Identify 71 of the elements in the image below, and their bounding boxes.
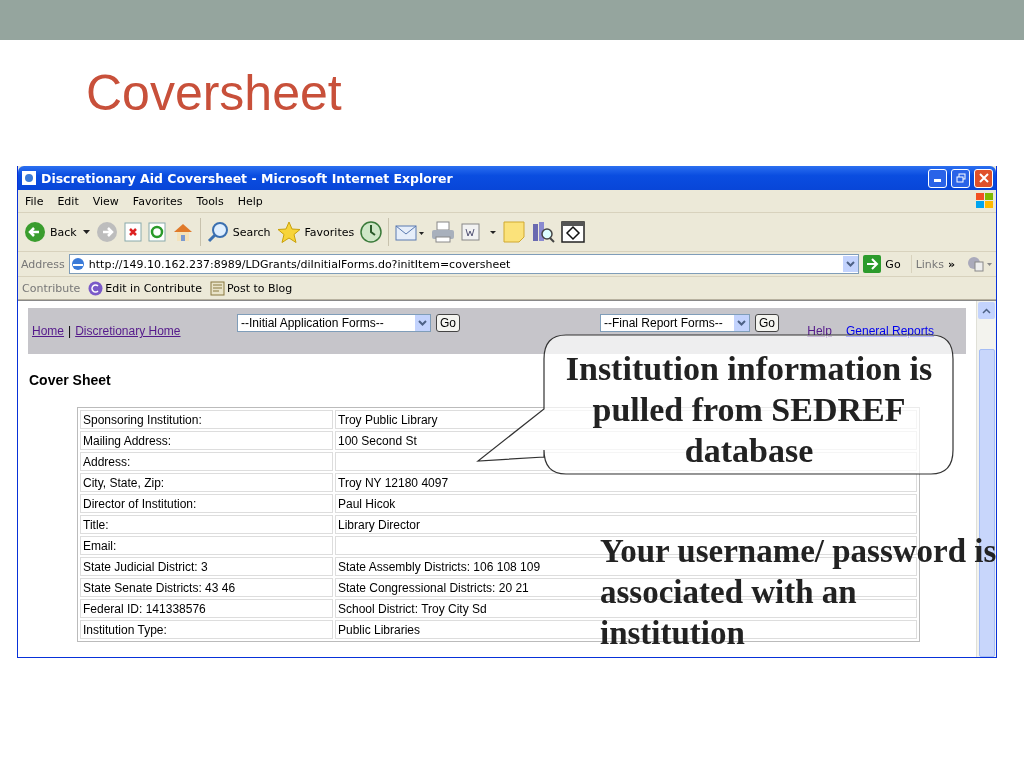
dropdown-arrow-icon[interactable] [82, 230, 90, 234]
search-button[interactable]: Search [206, 221, 271, 243]
frame-button[interactable] [561, 221, 586, 243]
page-icon [69, 256, 86, 272]
favorites-button[interactable]: Favorites [276, 221, 355, 243]
blog-page-icon [209, 280, 225, 296]
stop-icon [123, 222, 142, 242]
toolbar-button[interactable]: Post to Blog [209, 280, 293, 296]
window-title: Discretionary Aid Coversheet - Microsoft Internet Explorer [41, 170, 454, 186]
chevron-icon[interactable]: » [947, 257, 955, 271]
menu-item[interactable]: Help [230, 194, 270, 208]
refresh-icon [147, 222, 166, 242]
separator-text: | [68, 324, 72, 338]
c-circle-icon [88, 280, 104, 296]
scrollbar[interactable] [976, 301, 996, 657]
field-label: State Senate Districts: 43 46 [80, 578, 333, 597]
menu-item[interactable]: View [85, 194, 126, 208]
research-button[interactable] [531, 221, 556, 243]
menu-item[interactable]: Tools [189, 194, 231, 208]
page-heading: Cover Sheet [29, 372, 112, 388]
go-button[interactable]: Go [436, 314, 460, 332]
contribute-label: Contribute [22, 281, 81, 295]
links-label[interactable]: Links [915, 257, 944, 271]
field-label: Mailing Address: [80, 431, 333, 450]
page-icon [21, 170, 37, 186]
field-value: Library Director [335, 515, 917, 534]
menu-item[interactable]: Favorites [125, 194, 190, 208]
menu-item[interactable]: File [18, 194, 51, 208]
clock-icon [360, 221, 383, 243]
field-label: Sponsoring Institution: [80, 410, 333, 429]
star-icon [276, 221, 301, 243]
globe-page-icon[interactable] [967, 256, 993, 272]
toolbar-button[interactable]: Edit in Contribute [88, 280, 202, 296]
close-button[interactable] [974, 168, 993, 188]
windows-flag-icon [974, 192, 996, 210]
right-arrow-icon [863, 255, 882, 273]
go-button[interactable]: Go [863, 255, 912, 273]
magnifier-icon [206, 221, 229, 243]
close-icon [978, 173, 989, 183]
restore-icon [955, 173, 966, 183]
printer-icon [431, 221, 456, 243]
field-label: Title: [80, 515, 333, 534]
history-button[interactable] [360, 221, 383, 243]
minimize-button[interactable] [928, 168, 947, 188]
refresh-button[interactable] [147, 222, 166, 242]
address-field[interactable]: http://149.10.162.237:8989/LDGrants/diInitialForms.do?initItem=coversheet [68, 254, 860, 274]
word-button[interactable] [461, 222, 498, 242]
restore-button[interactable] [951, 168, 970, 188]
field-label: State Judicial District: 3 [80, 557, 333, 576]
field-value: Paul Hicok [335, 494, 917, 513]
books-icon [531, 221, 556, 243]
field-label: Institution Type: [80, 620, 333, 639]
field-label: Email: [80, 536, 333, 555]
sticky-note-icon [503, 221, 526, 243]
field-label: Federal ID: 141338576 [80, 599, 333, 618]
print-button[interactable] [431, 221, 456, 243]
field-label: Address: [80, 452, 333, 471]
scroll-up-icon[interactable] [978, 302, 995, 319]
document-icon [461, 222, 498, 242]
back-button[interactable]: Back [24, 221, 77, 243]
stop-button[interactable] [123, 222, 142, 242]
dropdown[interactable]: --Final Report Forms-- [600, 314, 750, 332]
slide-title: Coversheet [86, 65, 342, 121]
dropdown[interactable]: --Initial Application Forms-- [237, 314, 431, 332]
nav-link[interactable]: Home [32, 324, 64, 338]
nav-link[interactable]: Discretionary Home [75, 324, 181, 338]
menu-item[interactable]: Edit [50, 194, 86, 208]
address-label: Address [21, 257, 65, 271]
field-label: Director of Institution: [80, 494, 333, 513]
field-label: City, State, Zip: [80, 473, 333, 492]
go-button[interactable]: Go [755, 314, 780, 332]
